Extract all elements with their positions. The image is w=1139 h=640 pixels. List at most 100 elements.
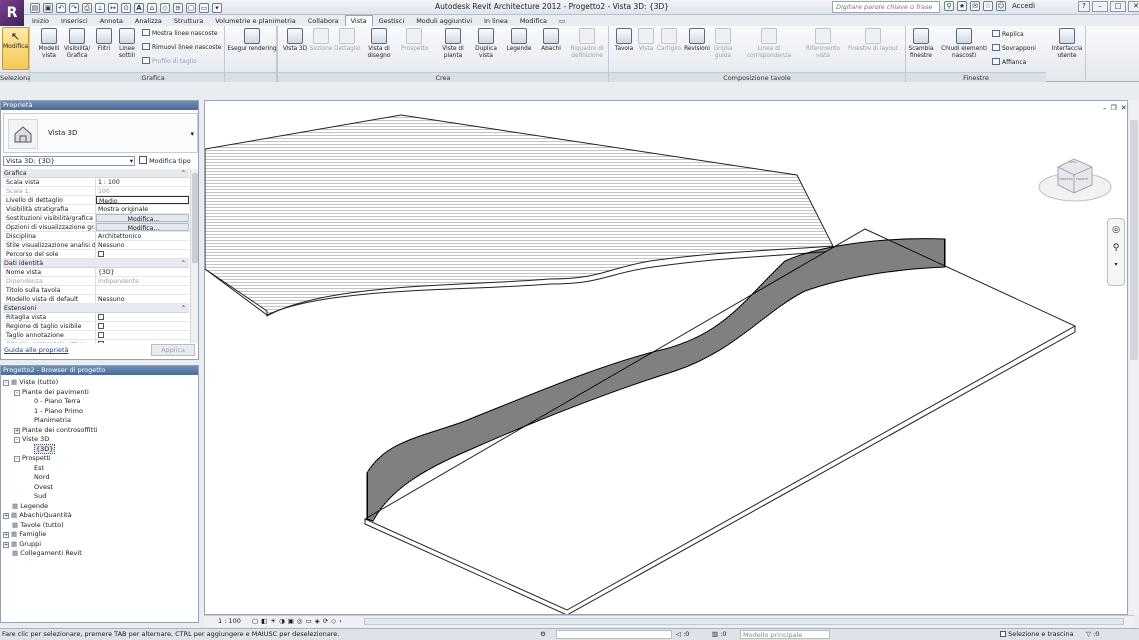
- steering-wheel-icon[interactable]: ◎: [1108, 225, 1124, 235]
- property-checkbox[interactable]: [96, 250, 189, 258]
- modifica-button[interactable]: ↖ Modifica: [2, 27, 29, 70]
- close-hidden-icon[interactable]: ▢: [186, 2, 196, 13]
- viste-pianta-button[interactable]: Viste di pianta: [440, 28, 466, 59]
- properties-help-link[interactable]: Guida alle proprietà: [4, 346, 69, 354]
- property-value[interactable]: 100: [96, 187, 189, 195]
- viewcube-front-label[interactable]: FRONTE: [1076, 177, 1088, 181]
- viewcube[interactable]: ALTO SINISTRA FRONTE: [1036, 145, 1114, 207]
- checkbox-icon[interactable]: [98, 251, 104, 257]
- communication-icon[interactable]: ✉: [970, 1, 980, 11]
- collapse-icon[interactable]: ⌃: [181, 304, 186, 313]
- visibilita-grafica-button[interactable]: Visibilità/ Grafica: [64, 28, 90, 59]
- expand-icon[interactable]: +: [3, 532, 9, 538]
- zoom-icon[interactable]: ⚲: [1108, 243, 1124, 253]
- tree-item[interactable]: - Prospetti: [3, 454, 198, 464]
- tree-item[interactable]: + ▦ Famiglie: [3, 530, 198, 540]
- tab-modifica[interactable]: Modifica: [514, 15, 553, 26]
- profilo-taglio-button[interactable]: Profilo di taglio: [142, 57, 197, 66]
- linee-sottili-button[interactable]: Linee sottili: [114, 28, 140, 59]
- expand-icon[interactable]: +: [3, 541, 9, 548]
- property-value[interactable]: 1 : 100: [96, 178, 189, 186]
- property-checkbox[interactable]: [96, 331, 189, 339]
- finestre-layout-button[interactable]: Finestre di layout: [845, 28, 901, 53]
- drawing-area-3d[interactable]: [204, 100, 1128, 616]
- tag-icon[interactable]: ⊙: [121, 2, 131, 13]
- tree-item[interactable]: 0 - Piano Terra: [3, 397, 198, 407]
- modifica-tipo-button[interactable]: Modifica tipo: [139, 156, 191, 166]
- ribbon-minimize-icon[interactable]: ▭: [553, 15, 571, 26]
- abachi-button[interactable]: Abachi: [538, 28, 564, 53]
- griglia-guida-button[interactable]: Griglia guida: [710, 28, 736, 59]
- tree-item[interactable]: Planimetria: [3, 416, 198, 426]
- favorites-icon[interactable]: ☆: [983, 1, 993, 11]
- riquadro-definizione-button[interactable]: Riquadro di definizione: [568, 28, 606, 59]
- tree-item[interactable]: Nord: [3, 473, 198, 483]
- collapse-icon[interactable]: -: [3, 380, 9, 386]
- undo-icon[interactable]: ↶: [56, 2, 66, 13]
- apply-button[interactable]: Applica: [151, 344, 195, 356]
- mostra-linee-nascoste-button[interactable]: Mostra linee nascoste: [142, 29, 218, 38]
- view-close-button[interactable]: ✕: [1121, 104, 1127, 112]
- tab-collabora[interactable]: Collabora: [302, 15, 345, 26]
- sovrapponi-button[interactable]: Sovrapponi: [992, 44, 1036, 53]
- open-icon[interactable]: ▤: [30, 2, 40, 13]
- tab-gestisci[interactable]: Gestisci: [373, 15, 411, 26]
- measure-icon[interactable]: ⟂: [95, 2, 105, 13]
- horizontal-scrollbar[interactable]: [364, 618, 1124, 625]
- minimize-button[interactable]: –: [1092, 1, 1108, 12]
- property-checkbox[interactable]: [96, 322, 189, 330]
- modifica-button[interactable]: Modifica...: [96, 214, 189, 222]
- riferimento-vista-button[interactable]: Riferimento vista: [804, 28, 842, 59]
- property-checkbox[interactable]: [96, 313, 189, 321]
- tree-item[interactable]: Ovest: [3, 483, 198, 493]
- property-value[interactable]: Mostra originale: [96, 205, 189, 213]
- design-option-selector[interactable]: Modello principale: [740, 630, 830, 639]
- tab-in-linea[interactable]: In linea: [478, 15, 514, 26]
- tab-analizza[interactable]: Analizza: [129, 15, 168, 26]
- tab-moduli-aggiuntivi[interactable]: Moduli aggiuntivi: [410, 15, 478, 26]
- dimension-icon[interactable]: ↔: [108, 2, 118, 13]
- sign-in-link[interactable]: Accedi: [1012, 2, 1035, 10]
- collapse-icon[interactable]: ⌃: [181, 169, 186, 178]
- nav-dropdown-icon[interactable]: ▾: [1108, 261, 1124, 268]
- tab-annota[interactable]: Annota: [94, 15, 129, 26]
- tab-inizio[interactable]: Inizio: [26, 15, 55, 26]
- chiudi-nascosti-button[interactable]: Chiudi elementi nascosti: [938, 28, 990, 59]
- tree-item[interactable]: + ▦ Gruppi: [3, 540, 198, 550]
- worksharing-icon[interactable]: ⚙: [540, 629, 546, 640]
- filter-count[interactable]: ▽ :0: [1086, 629, 1099, 640]
- tree-item[interactable]: + ▦ Abachi/Quantità: [3, 511, 198, 521]
- rimuovi-linee-nascoste-button[interactable]: Rimuovi linee nascoste: [142, 43, 221, 52]
- tree-item[interactable]: - ▦ Viste (tutto): [3, 378, 198, 388]
- tree-item[interactable]: ▦ Collegamenti Revit: [3, 549, 198, 559]
- sezione-button[interactable]: Sezione: [308, 28, 334, 53]
- duplica-vista-button[interactable]: Duplica vista: [473, 28, 499, 59]
- type-selector[interactable]: Vista 3D ▾: [3, 113, 198, 153]
- checkbox-icon[interactable]: [98, 314, 104, 320]
- collapse-icon[interactable]: -: [14, 389, 20, 396]
- redo-icon[interactable]: ↷: [69, 2, 79, 13]
- workset-field[interactable]: [556, 630, 672, 639]
- replica-button[interactable]: Replica: [992, 30, 1024, 39]
- property-group[interactable]: Grafica ⌃: [3, 169, 189, 178]
- dettaglio-button[interactable]: Dettaglio: [334, 28, 361, 53]
- view-minimize-button[interactable]: –: [1103, 104, 1107, 112]
- affianca-button[interactable]: Affianca: [992, 58, 1026, 67]
- binoculars-icon[interactable]: ⚲: [944, 1, 954, 11]
- expand-icon[interactable]: +: [14, 427, 20, 434]
- tree-item[interactable]: {3D}: [3, 443, 198, 455]
- thin-lines-icon[interactable]: ≡: [173, 2, 183, 13]
- tree-item[interactable]: - Viste 3D: [3, 435, 198, 445]
- subscription-icon[interactable]: ★: [957, 1, 967, 11]
- 3d-model-viewport[interactable]: [204, 101, 1127, 616]
- text-icon[interactable]: A: [134, 2, 144, 13]
- tree-item[interactable]: - Piante dei pavimenti: [3, 388, 198, 398]
- modelli-vista-button[interactable]: Modelli vista: [36, 28, 62, 59]
- property-value[interactable]: Medio: [96, 196, 189, 204]
- property-value[interactable]: Indipendente: [96, 277, 189, 285]
- view-restore-button[interactable]: ❐: [1111, 104, 1117, 112]
- esegui-rendering-button[interactable]: Esegui rendering: [227, 28, 277, 53]
- expand-icon[interactable]: +: [3, 513, 9, 519]
- drag-selection-toggle[interactable]: Selezione e trascina: [1000, 629, 1074, 640]
- property-checkbox[interactable]: [96, 340, 189, 343]
